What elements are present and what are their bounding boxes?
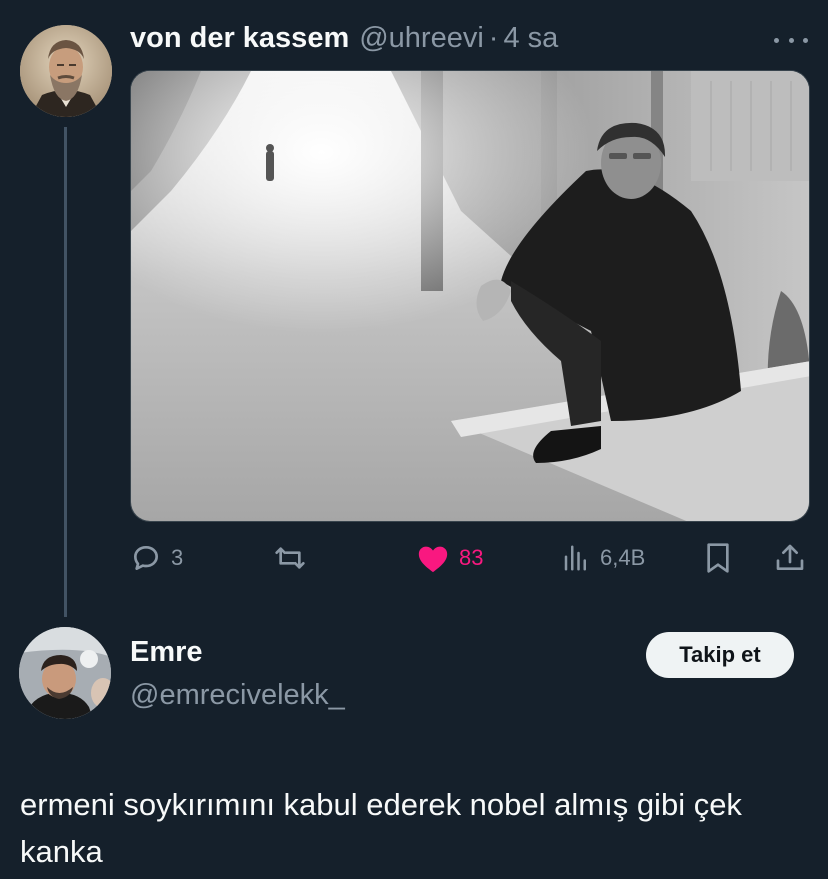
tweet-photo-image	[131, 71, 809, 521]
bookmark-icon	[707, 543, 729, 573]
bookmark-button[interactable]	[704, 540, 732, 576]
views-icon	[564, 545, 586, 571]
tweet-photo[interactable]	[130, 70, 810, 522]
reply-author-avatar-image	[19, 627, 111, 719]
retweet-button[interactable]	[272, 540, 308, 576]
like-button[interactable]: 83	[416, 540, 483, 576]
author-handle[interactable]: @uhreevi	[359, 22, 484, 55]
reply-text: ermeni soykırımını kabul ederek nobel al…	[20, 787, 742, 869]
author-avatar-image	[20, 25, 112, 117]
retweet-icon	[275, 547, 305, 569]
share-icon	[776, 544, 804, 570]
reply-button[interactable]: 3	[130, 540, 183, 576]
reply-author-display-name[interactable]: Emre	[130, 636, 345, 669]
view-count: 6,4B	[600, 545, 646, 570]
reply-author-avatar[interactable]	[19, 627, 111, 719]
thread-connector-line	[64, 127, 67, 617]
more-icon[interactable]	[774, 30, 808, 50]
tweet-header: von der kassem @uhreevi · 4 sa	[130, 22, 558, 58]
header-separator: ·	[488, 22, 499, 54]
follow-button[interactable]: Takip et	[646, 632, 794, 678]
tweet-timestamp[interactable]: 4 sa	[503, 22, 558, 55]
author-avatar[interactable]	[20, 25, 112, 117]
reply-author-handle[interactable]: @emrecivelekk_	[130, 679, 345, 712]
reply-icon	[134, 546, 158, 570]
author-display-name[interactable]: von der kassem	[130, 22, 349, 55]
views-button[interactable]: 6,4B	[561, 540, 645, 576]
like-count: 83	[459, 545, 484, 570]
heart-icon	[418, 546, 448, 573]
reply-count: 3	[171, 545, 184, 570]
share-button[interactable]	[774, 540, 806, 576]
reply-author-info: Emre @emrecivelekk_	[130, 636, 345, 712]
thread-view: von der kassem @uhreevi · 4 sa 3 83 6,4B…	[0, 0, 828, 879]
